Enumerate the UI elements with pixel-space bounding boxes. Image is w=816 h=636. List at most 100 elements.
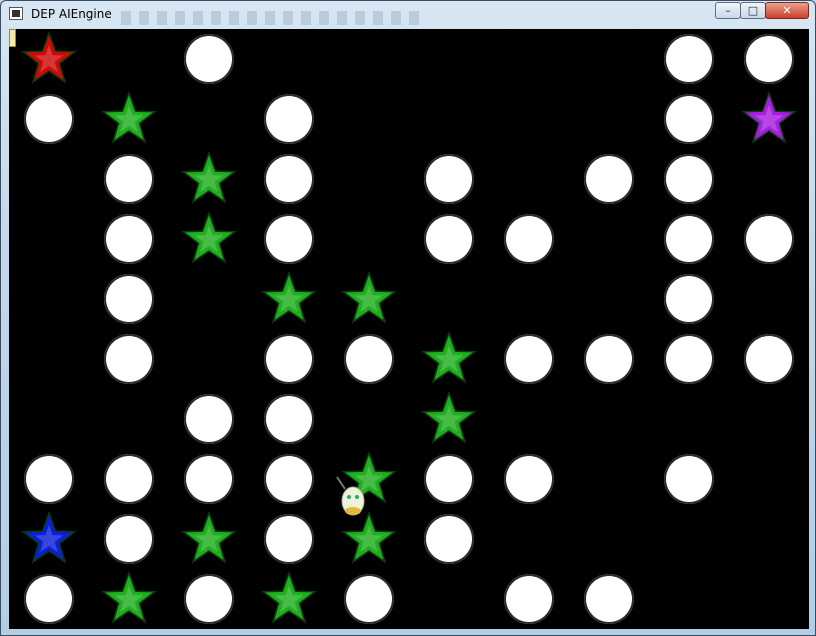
green-star-icon [341, 510, 397, 564]
green-star-cell [89, 89, 169, 149]
green-star-icon [181, 210, 237, 264]
pellet [104, 514, 154, 564]
pellet [264, 154, 314, 204]
pellet-cell [9, 449, 89, 509]
window-controls: – □ ✕ [715, 2, 809, 19]
green-star-icon [341, 270, 397, 324]
green-star-icon [261, 570, 317, 624]
pellet [664, 334, 714, 384]
green-star-cell [409, 389, 489, 449]
green-star-icon [181, 510, 237, 564]
green-star-cell [329, 269, 409, 329]
pellet [264, 394, 314, 444]
maximize-button[interactable]: □ [740, 2, 766, 19]
pellet-cell [649, 149, 729, 209]
pellet [744, 214, 794, 264]
pellet [264, 214, 314, 264]
pellet-cell [89, 209, 169, 269]
pellet-cell [409, 149, 489, 209]
pellet-cell [9, 89, 89, 149]
pellet-cell [329, 329, 409, 389]
pellet [104, 154, 154, 204]
pellet-cell [649, 449, 729, 509]
pellet [264, 514, 314, 564]
pellet [584, 154, 634, 204]
close-button[interactable]: ✕ [765, 2, 809, 19]
pellet-cell [409, 449, 489, 509]
pellet-cell [489, 569, 569, 629]
pellet-cell [249, 209, 329, 269]
pellet-cell [249, 449, 329, 509]
pellet-cell [409, 509, 489, 569]
pellet [504, 214, 554, 264]
pellet [504, 454, 554, 504]
pellet-cell [169, 389, 249, 449]
pellet [184, 574, 234, 624]
pellet-cell [569, 149, 649, 209]
pellet-cell [89, 449, 169, 509]
pellet-cell [649, 209, 729, 269]
pellet [744, 34, 794, 84]
pellet [504, 334, 554, 384]
game-board[interactable] [9, 29, 809, 629]
pellet [504, 574, 554, 624]
pellet [664, 454, 714, 504]
pellet [424, 454, 474, 504]
blue-star-icon [21, 510, 77, 564]
pellet [344, 574, 394, 624]
pellet-cell [729, 329, 809, 389]
green-star-cell [169, 509, 249, 569]
app-icon[interactable] [9, 7, 23, 20]
pellet [104, 274, 154, 324]
pellet [184, 454, 234, 504]
pellet-cell [89, 149, 169, 209]
green-star-icon [421, 330, 477, 384]
green-star-icon [101, 570, 157, 624]
green-star-cell [249, 269, 329, 329]
pellet-cell [649, 29, 729, 89]
pellet-cell [489, 209, 569, 269]
minimize-button[interactable]: – [715, 2, 741, 19]
pellet [344, 334, 394, 384]
green-star-icon [261, 270, 317, 324]
pellet-cell [569, 329, 649, 389]
window-title: DEP AIEngine [31, 7, 112, 21]
pellet-cell [249, 89, 329, 149]
pellet [664, 34, 714, 84]
pellet [264, 334, 314, 384]
title-bar[interactable]: DEP AIEngine – □ ✕ [1, 1, 815, 28]
pellet-cell [249, 389, 329, 449]
pellet [104, 214, 154, 264]
pellet-cell [489, 329, 569, 389]
pellet-cell [409, 209, 489, 269]
green-star-cell [169, 149, 249, 209]
pellet [264, 94, 314, 144]
pellet [184, 34, 234, 84]
pellet [424, 154, 474, 204]
pellet [664, 154, 714, 204]
pellet-cell [649, 89, 729, 149]
pellet [584, 574, 634, 624]
pellet-cell [169, 449, 249, 509]
green-star-icon [101, 90, 157, 144]
agent-sprite [336, 476, 365, 516]
pellet-cell [169, 29, 249, 89]
green-star-icon [421, 390, 477, 444]
green-star-cell [89, 569, 169, 629]
pellet-cell [729, 209, 809, 269]
pellet-cell [489, 449, 569, 509]
pellet [24, 454, 74, 504]
pellet [664, 94, 714, 144]
pellet-cell [89, 269, 169, 329]
pellet [744, 334, 794, 384]
pellet [424, 514, 474, 564]
pellet-cell [249, 509, 329, 569]
green-star-cell [249, 569, 329, 629]
green-star-cell [169, 209, 249, 269]
pellet-cell [649, 329, 729, 389]
pellet-cell [649, 269, 729, 329]
pellet-cell [169, 569, 249, 629]
pellet [24, 574, 74, 624]
pellet-cell [9, 569, 89, 629]
pellet-cell [249, 149, 329, 209]
